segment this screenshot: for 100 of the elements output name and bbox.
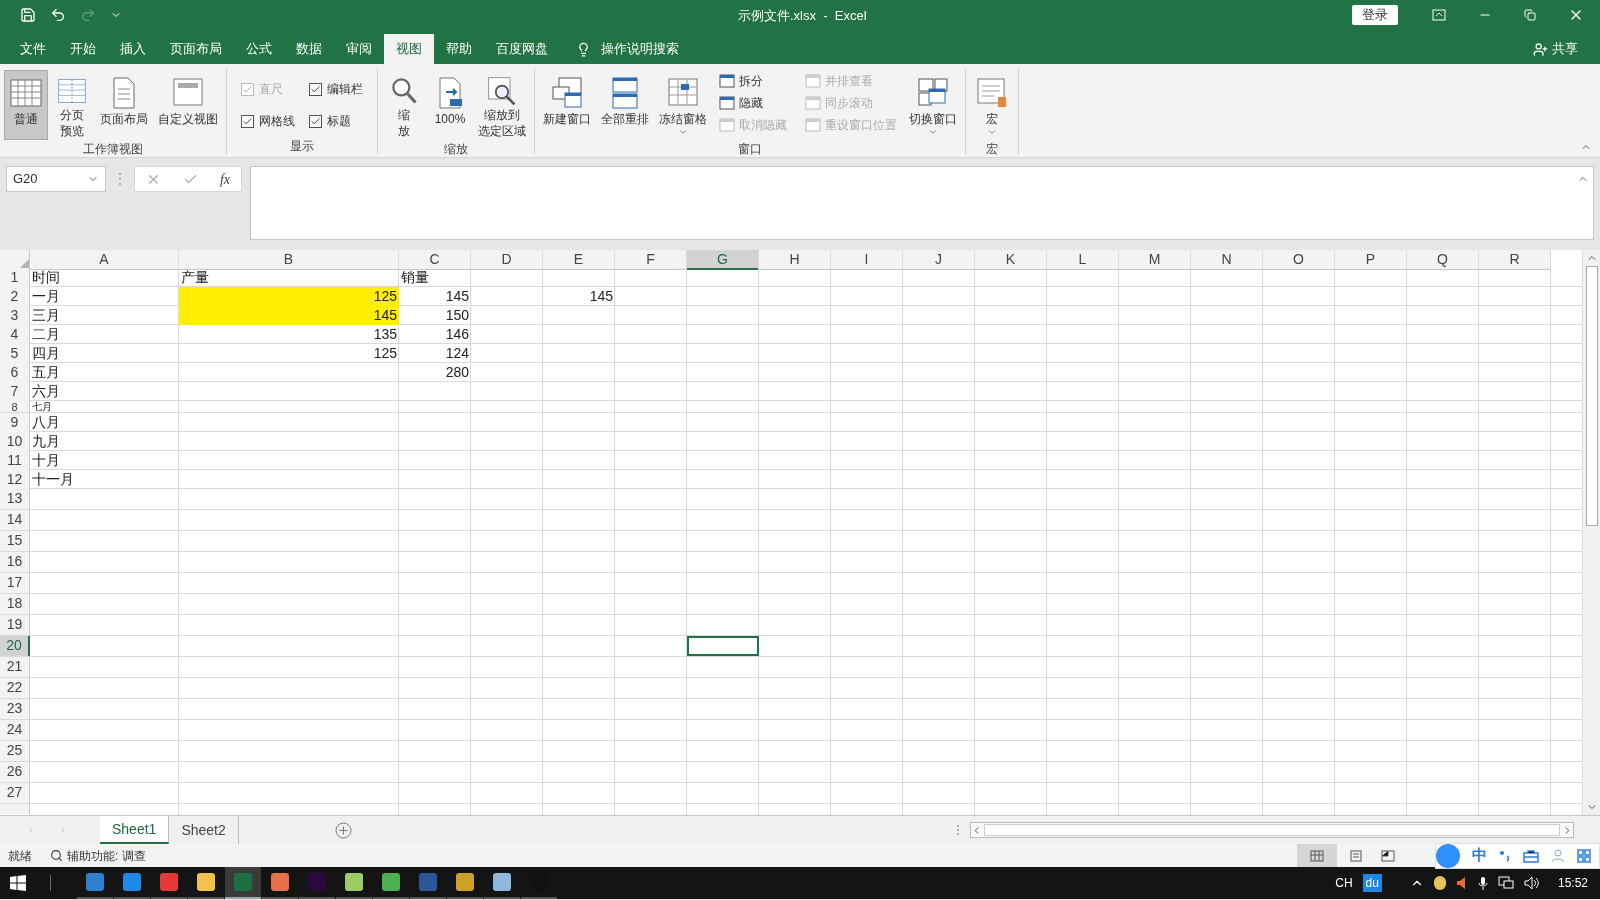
row-header[interactable]: 27 bbox=[0, 783, 30, 803]
spreadsheet-cell[interactable]: 时间 bbox=[30, 268, 179, 287]
spreadsheet-cell[interactable]: 十月 bbox=[30, 451, 179, 470]
column-header[interactable]: P bbox=[1335, 250, 1407, 270]
normal-view-button[interactable] bbox=[1297, 844, 1337, 867]
language-indicator[interactable]: CH bbox=[1335, 874, 1353, 892]
share-button[interactable]: 共享 bbox=[1533, 34, 1578, 64]
column-header[interactable]: R bbox=[1479, 250, 1551, 270]
row-header[interactable]: 25 bbox=[0, 741, 30, 761]
ribbon-button[interactable]: 普通 bbox=[4, 70, 48, 140]
ime-toolbar[interactable]: 中 bbox=[1435, 842, 1600, 869]
spreadsheet-cell[interactable]: 145 bbox=[179, 306, 399, 325]
column-header[interactable]: Q bbox=[1407, 250, 1479, 270]
column-header[interactable]: I bbox=[831, 250, 903, 270]
row-header[interactable]: 13 bbox=[0, 489, 30, 509]
checkbox[interactable]: 编辑栏 bbox=[309, 80, 363, 98]
volume-icon[interactable] bbox=[1523, 876, 1540, 890]
name-box[interactable]: G20 bbox=[6, 166, 106, 192]
spreadsheet-cell[interactable]: 124 bbox=[399, 344, 471, 363]
row-header[interactable]: 22 bbox=[0, 678, 30, 698]
column-header[interactable]: G bbox=[687, 250, 759, 270]
spreadsheet-cell[interactable]: 三月 bbox=[30, 306, 179, 325]
spreadsheet-cell[interactable]: 十一月 bbox=[30, 470, 179, 489]
microphone-icon[interactable] bbox=[1477, 876, 1488, 890]
active-cell[interactable] bbox=[687, 636, 759, 656]
spreadsheet-cell[interactable]: 146 bbox=[399, 325, 471, 344]
spreadsheet-cell[interactable]: 280 bbox=[399, 363, 471, 382]
row-header[interactable]: 10 bbox=[0, 432, 30, 451]
spreadsheet-cell[interactable]: 五月 bbox=[30, 363, 179, 382]
ribbon-button[interactable]: 缩 放 bbox=[382, 70, 426, 140]
column-header[interactable]: J bbox=[903, 250, 975, 270]
ime-badge[interactable]: du bbox=[1362, 874, 1382, 892]
ribbon-button[interactable]: 分页 预览 bbox=[50, 70, 94, 140]
row-header[interactable]: 1 bbox=[0, 268, 30, 287]
spreadsheet-cell[interactable]: 产量 bbox=[179, 268, 399, 287]
network-icon[interactable] bbox=[1497, 876, 1514, 890]
menu-tab[interactable]: 百度网盘 bbox=[484, 34, 560, 64]
checkbox[interactable]: 网格线 bbox=[241, 112, 295, 130]
row-header[interactable]: 24 bbox=[0, 720, 30, 740]
ribbon-button[interactable]: 页面布局 bbox=[96, 70, 152, 140]
scroll-thumb[interactable] bbox=[984, 824, 1560, 836]
spreadsheet-cell[interactable]: 四月 bbox=[30, 344, 179, 363]
column-header[interactable]: H bbox=[759, 250, 831, 270]
row-header[interactable]: 19 bbox=[0, 615, 30, 635]
spreadsheet-cell[interactable]: 六月 bbox=[30, 382, 179, 401]
column-header[interactable]: C bbox=[399, 250, 471, 270]
ribbon-button[interactable]: 全部重排 bbox=[597, 70, 653, 140]
row-header[interactable]: 16 bbox=[0, 552, 30, 572]
row-header[interactable]: 17 bbox=[0, 573, 30, 593]
row-header[interactable]: 2 bbox=[0, 287, 30, 306]
menu-tab[interactable]: 页面布局 bbox=[158, 34, 234, 64]
row-header[interactable]: 23 bbox=[0, 699, 30, 719]
windows-logo-icon[interactable] bbox=[10, 875, 26, 891]
menu-tab[interactable]: 插入 bbox=[108, 34, 158, 64]
row-header[interactable]: 26 bbox=[0, 762, 30, 782]
save-icon[interactable] bbox=[20, 7, 36, 23]
menu-tab[interactable]: 文件 bbox=[8, 34, 58, 64]
insert-function-button[interactable]: fx bbox=[219, 168, 230, 190]
ribbon-button[interactable]: 缩放到 选定区域 bbox=[474, 70, 530, 140]
row-header[interactable]: 6 bbox=[0, 363, 30, 382]
column-header[interactable]: M bbox=[1119, 250, 1191, 270]
spreadsheet-cell[interactable]: 八月 bbox=[30, 413, 179, 432]
row-header[interactable]: 12 bbox=[0, 470, 30, 489]
page-break-icon[interactable] bbox=[1381, 849, 1395, 862]
row-header[interactable]: 3 bbox=[0, 306, 30, 325]
row-header[interactable]: 7 bbox=[0, 382, 30, 401]
row-header[interactable]: 11 bbox=[0, 451, 30, 470]
column-header[interactable]: N bbox=[1191, 250, 1263, 270]
row-header[interactable]: 8 bbox=[0, 401, 30, 412]
spreadsheet-cell[interactable]: 九月 bbox=[30, 432, 179, 451]
spreadsheet-cell[interactable]: 二月 bbox=[30, 325, 179, 344]
column-header[interactable]: D bbox=[471, 250, 543, 270]
menu-tab[interactable]: 数据 bbox=[284, 34, 334, 64]
ribbon-button[interactable]: 冻结窗格 bbox=[655, 70, 711, 140]
menu-tab[interactable]: 帮助 bbox=[434, 34, 484, 64]
row-header[interactable]: 14 bbox=[0, 510, 30, 530]
row-header[interactable]: 15 bbox=[0, 531, 30, 551]
row-header[interactable]: 18 bbox=[0, 594, 30, 614]
column-header[interactable]: K bbox=[975, 250, 1047, 270]
menu-tab[interactable]: 视图 bbox=[384, 34, 434, 64]
formula-input[interactable] bbox=[250, 166, 1594, 240]
checkbox[interactable]: 标题 bbox=[309, 112, 363, 130]
ribbon-button[interactable]: 宏 bbox=[970, 70, 1014, 140]
row-header[interactable]: 21 bbox=[0, 657, 30, 677]
column-header[interactable]: E bbox=[543, 250, 615, 270]
spreadsheet-cell[interactable]: 150 bbox=[399, 306, 471, 325]
ribbon-button[interactable]: 新建窗口 bbox=[539, 70, 595, 140]
restore-icon[interactable] bbox=[1524, 9, 1536, 21]
column-header[interactable]: O bbox=[1263, 250, 1335, 270]
undo-icon[interactable] bbox=[50, 7, 66, 23]
sign-in-button[interactable]: 登录 bbox=[1352, 5, 1398, 25]
speaker-icon[interactable] bbox=[1455, 876, 1468, 890]
column-header[interactable]: F bbox=[615, 250, 687, 270]
row-header[interactable]: 20 bbox=[0, 636, 30, 656]
column-header[interactable]: A bbox=[30, 250, 179, 270]
row-header[interactable]: 4 bbox=[0, 325, 30, 344]
spreadsheet-cell[interactable]: 销量 bbox=[399, 268, 471, 287]
ribbon-button[interactable]: 100% bbox=[428, 70, 472, 140]
spreadsheet-cell[interactable]: 125 bbox=[179, 287, 399, 306]
page-layout-icon[interactable] bbox=[1349, 849, 1363, 862]
